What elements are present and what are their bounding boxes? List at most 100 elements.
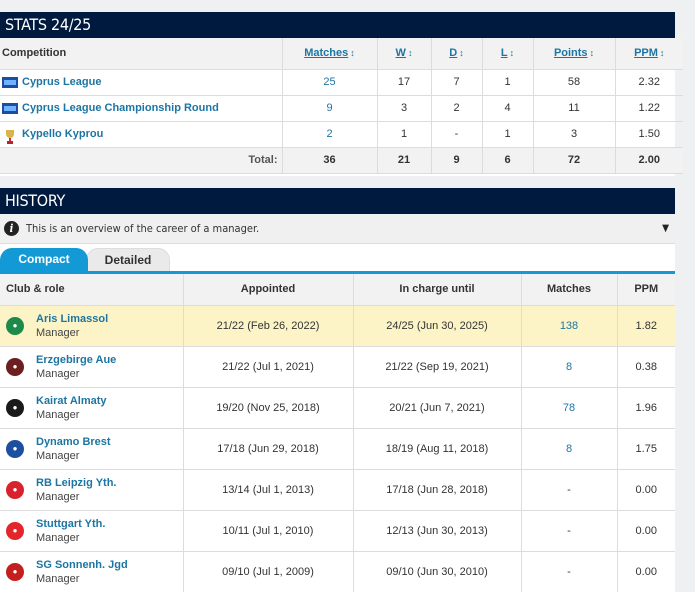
col-ppm: PPM xyxy=(616,274,675,306)
draws-cell: 7 xyxy=(430,69,482,96)
sort-arrows-icon[interactable]: ↕ xyxy=(590,48,595,58)
matches-link[interactable]: 2 xyxy=(326,128,332,140)
sort-d[interactable]: D ↕ xyxy=(430,38,482,70)
matches-cell[interactable]: 25 xyxy=(281,69,377,96)
club-crest-icon[interactable]: ● xyxy=(6,480,24,499)
draws-cell: 2 xyxy=(430,95,482,122)
club-link[interactable]: Kairat Almaty xyxy=(36,395,107,407)
competition-link[interactable]: Kypello Kyprou xyxy=(22,128,103,140)
club-crest-icon[interactable]: ● xyxy=(6,521,24,540)
club-link[interactable]: Stuttgart Yth. xyxy=(36,518,105,530)
appointed-cell: 17/18 (Jun 29, 2018) xyxy=(182,428,353,470)
club-role-cell: ● Erzgebirge Aue Manager xyxy=(0,346,183,388)
ppm-cell: 0.00 xyxy=(616,551,675,592)
history-tabs: Detailed Compact xyxy=(0,244,675,274)
stats-panel: STATS 24/25 Competition Matches ↕ W ↕ D ↕ L… xyxy=(0,12,683,176)
club-role-cell: ● RB Leipzig Yth. Manager xyxy=(0,469,183,511)
appointed-cell: 21/22 (Feb 26, 2022) xyxy=(182,305,353,347)
matches-cell[interactable]: 8 xyxy=(520,346,617,388)
sort-ppm[interactable]: PPM ↕ xyxy=(614,38,683,70)
col-appointed: Appointed xyxy=(182,274,353,306)
role-label: Manager xyxy=(36,490,80,503)
ppm-cell: 1.75 xyxy=(616,428,675,470)
history-panel: HISTORY i This is an overview of the car… xyxy=(0,188,675,592)
sort-w-label[interactable]: W xyxy=(396,47,406,59)
info-icon: i xyxy=(4,221,19,236)
competition-link[interactable]: Cyprus League Championship Round xyxy=(22,102,219,114)
competition-cell[interactable]: Kypello Kyprou xyxy=(0,121,282,148)
sort-l-label[interactable]: L xyxy=(501,47,508,59)
total-losses: 6 xyxy=(481,147,533,174)
until-cell: 12/13 (Jun 30, 2013) xyxy=(352,510,521,552)
matches-value: - xyxy=(567,483,571,496)
tab-detailed[interactable]: Detailed xyxy=(86,248,170,271)
club-crest-icon[interactable]: ● xyxy=(6,398,24,417)
role-label: Manager xyxy=(36,408,80,421)
sort-arrows-icon[interactable]: ↕ xyxy=(660,48,665,58)
matches-value[interactable]: 8 xyxy=(566,443,572,455)
stats-title: STATS 24/25 xyxy=(0,12,675,38)
col-club-role: Club & role xyxy=(0,274,183,306)
col-competition: Competition xyxy=(0,38,282,70)
losses-cell: 1 xyxy=(481,69,533,96)
matches-value[interactable]: 78 xyxy=(563,402,575,414)
club-link[interactable]: Erzgebirge Aue xyxy=(36,354,116,366)
tab-compact[interactable]: Compact xyxy=(0,248,88,271)
total-matches: 36 xyxy=(281,147,377,174)
club-crest-icon[interactable]: ● xyxy=(6,439,24,458)
club-role-cell: ● SG Sonnenh. Jgd Manager xyxy=(0,551,183,592)
col-matches: Matches xyxy=(520,274,617,306)
sort-d-label[interactable]: D xyxy=(449,47,457,59)
sort-arrows-icon[interactable]: ↕ xyxy=(459,48,464,58)
draws-cell: - xyxy=(430,121,482,148)
total-draws: 9 xyxy=(430,147,482,174)
club-crest-icon[interactable]: ● xyxy=(6,562,24,581)
ppm-cell: 0.00 xyxy=(616,469,675,511)
sort-arrows-icon[interactable]: ↕ xyxy=(350,48,355,58)
sort-ppm-label[interactable]: PPM xyxy=(634,47,658,59)
ppm-cell: 0.38 xyxy=(616,346,675,388)
matches-link[interactable]: 25 xyxy=(323,76,335,88)
competition-cell[interactable]: Cyprus League Championship Round xyxy=(0,95,282,122)
chevron-down-icon[interactable]: ▼ xyxy=(662,214,669,244)
club-link[interactable]: SG Sonnenh. Jgd xyxy=(36,559,128,571)
club-link[interactable]: Dynamo Brest xyxy=(36,436,111,448)
competition-link[interactable]: Cyprus League xyxy=(22,76,101,88)
club-crest-icon[interactable]: ● xyxy=(6,357,24,376)
matches-cell[interactable]: 9 xyxy=(281,95,377,122)
sort-matches[interactable]: Matches ↕ xyxy=(281,38,377,70)
club-link[interactable]: RB Leipzig Yth. xyxy=(36,477,116,489)
ppm-cell: 2.32 xyxy=(614,69,683,96)
matches-cell[interactable]: 138 xyxy=(520,305,617,347)
losses-cell: 1 xyxy=(481,121,533,148)
sort-matches-label[interactable]: Matches xyxy=(304,47,348,59)
table-row: ● Aris Limassol Manager 21/22 (Feb 26, 2022… xyxy=(0,305,675,347)
total-ppm: 2.00 xyxy=(614,147,683,174)
sort-w[interactable]: W ↕ xyxy=(376,38,431,70)
club-link[interactable]: Aris Limassol xyxy=(36,313,108,325)
sort-points[interactable]: Points ↕ xyxy=(532,38,615,70)
stats-header-row: Competition Matches ↕ W ↕ D ↕ L ↕ Points ↕ PP… xyxy=(0,38,683,70)
sort-points-label[interactable]: Points xyxy=(554,47,588,59)
club-crest-icon[interactable]: ● xyxy=(6,316,24,335)
sort-l[interactable]: L ↕ xyxy=(481,38,533,70)
matches-cell[interactable]: 8 xyxy=(520,428,617,470)
sort-arrows-icon[interactable]: ↕ xyxy=(408,48,413,58)
matches-link[interactable]: 9 xyxy=(326,102,332,114)
history-body: ● Aris Limassol Manager 21/22 (Feb 26, 2022… xyxy=(0,305,675,592)
ppm-cell: 1.96 xyxy=(616,387,675,429)
points-cell: 3 xyxy=(532,121,615,148)
competition-cell[interactable]: Cyprus League xyxy=(0,69,282,96)
matches-cell[interactable]: 78 xyxy=(520,387,617,429)
table-row: ● RB Leipzig Yth. Manager 13/14 (Jul 1, 201… xyxy=(0,469,675,511)
sort-arrows-icon[interactable]: ↕ xyxy=(510,48,515,58)
appointed-cell: 13/14 (Jul 1, 2013) xyxy=(182,469,353,511)
cyprus-league-logo-icon xyxy=(2,102,18,114)
matches-value[interactable]: 8 xyxy=(566,361,572,373)
matches-cell: - xyxy=(520,510,617,552)
until-cell: 21/22 (Sep 19, 2021) xyxy=(352,346,521,388)
matches-cell[interactable]: 2 xyxy=(281,121,377,148)
matches-value: - xyxy=(567,565,571,578)
info-bar[interactable]: i This is an overview of the career of a… xyxy=(0,214,675,244)
matches-value[interactable]: 138 xyxy=(560,320,578,332)
